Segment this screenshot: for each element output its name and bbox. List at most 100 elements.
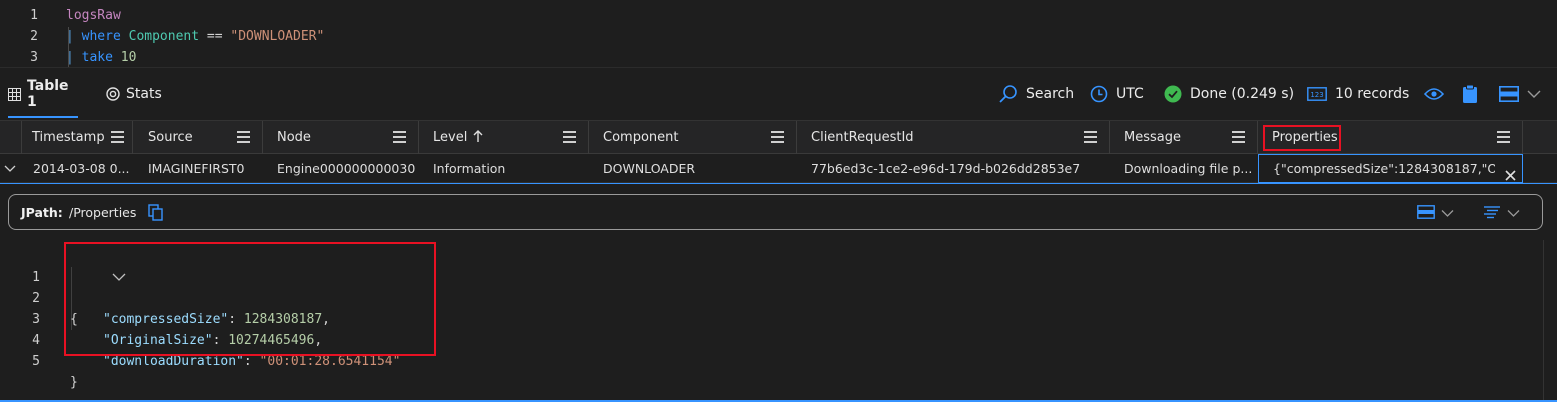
column-header-node[interactable]: Node <box>263 121 419 154</box>
column-header-clientrequestid[interactable]: ClientRequestId <box>797 121 1110 154</box>
format-lines-icon <box>1483 205 1501 223</box>
string-literal: "DOWNLOADER" <box>230 29 325 44</box>
copy-icon[interactable] <box>148 204 164 225</box>
format-dropdown[interactable] <box>1483 205 1520 223</box>
line-number: 3 <box>30 50 38 65</box>
column-header-level[interactable]: Level <box>419 121 589 154</box>
stats-icon <box>106 87 120 101</box>
column-label: Properties <box>1272 130 1338 145</box>
copy-button[interactable] <box>1462 81 1478 107</box>
column-label: Message <box>1124 130 1181 145</box>
records-icon: 123 <box>1307 87 1327 101</box>
results-toolbar: Table 1 Stats Search UTC Done (0.249 s) … <box>0 69 1557 120</box>
column-label: ClientRequestId <box>811 130 914 145</box>
expand-column-header <box>0 121 22 154</box>
column-menu-icon[interactable] <box>1497 131 1510 143</box>
column-header-component[interactable]: Component <box>589 121 797 154</box>
json-line: 4 "downloadDuration": "00:01:28.6541154" <box>0 309 1540 369</box>
search-button[interactable]: Search <box>998 81 1074 107</box>
status-label: Done (0.249 s) <box>1190 86 1295 102</box>
jpath-input[interactable]: /Properties <box>69 205 136 220</box>
table-icon <box>8 87 21 101</box>
editor-line: 2 | where Component == "DOWNLOADER" <box>0 26 1557 47</box>
check-circle-icon <box>1164 85 1182 103</box>
column-menu-icon[interactable] <box>237 131 250 143</box>
line-number: 5 <box>32 354 40 369</box>
column-header-timestamp[interactable]: Timestamp <box>22 121 133 154</box>
jpath-bar: JPath: /Properties <box>8 194 1543 230</box>
close-brace: } <box>70 375 78 390</box>
column-reference: Component <box>128 29 200 44</box>
tab-table-1[interactable]: Table 1 <box>8 69 78 119</box>
json-line: 1 { <box>0 246 1540 327</box>
visualize-button[interactable] <box>1424 81 1444 107</box>
sort-ascending-icon <box>473 129 483 147</box>
editor-line: 3 | take 10 <box>0 47 1557 68</box>
layout-dropdown[interactable] <box>1417 205 1454 223</box>
json-line: 3 "OriginalSize": 10274465496, <box>0 288 1540 348</box>
column-menu-icon[interactable] <box>111 131 124 143</box>
take-keyword: take <box>81 50 113 65</box>
expand-row-button[interactable] <box>4 155 20 183</box>
table-row[interactable]: 2014-03-08 0... IMAGINEFIRST0 Engine0000… <box>0 154 1557 183</box>
column-menu-icon[interactable] <box>393 131 406 143</box>
column-header-message[interactable]: Message <box>1110 121 1258 154</box>
query-editor[interactable]: 1 logsRaw 2 | where Component == "DOWNLO… <box>0 0 1557 68</box>
tab-label: Table 1 <box>27 78 69 110</box>
clock-icon <box>1090 85 1108 103</box>
layout-icon <box>1499 86 1519 102</box>
number-literal: 10 <box>120 50 137 65</box>
column-label: Source <box>148 130 193 145</box>
editor-line: 1 logsRaw <box>0 5 1557 26</box>
properties-value: {"compressedSize":1284308187,"Ori... <box>1273 161 1495 176</box>
search-icon <box>998 84 1018 104</box>
query-status: Done (0.249 s) <box>1164 81 1294 107</box>
cell-message[interactable]: Downloading file p... <box>1124 155 1256 183</box>
json-separator: : <box>243 354 260 369</box>
cell-node[interactable]: Engine000000000030 <box>277 155 417 183</box>
equals-operator: == <box>206 29 223 44</box>
svg-text:123: 123 <box>1310 91 1323 99</box>
cell-properties[interactable]: {"compressedSize":1284308187,"Ori... <box>1258 154 1523 183</box>
column-menu-icon[interactable] <box>1084 131 1097 143</box>
cell-timestamp[interactable]: 2014-03-08 0... <box>33 155 131 183</box>
column-label: Level <box>433 130 468 145</box>
column-label: Component <box>603 130 679 145</box>
column-menu-icon[interactable] <box>563 131 576 143</box>
json-line: 5 } <box>0 330 1540 390</box>
layout-dropdown[interactable] <box>1499 81 1541 107</box>
records-label: 10 records <box>1335 86 1410 102</box>
layout-icon <box>1417 205 1435 223</box>
clipboard-icon <box>1462 84 1478 104</box>
detail-scrollbar[interactable] <box>1543 240 1557 400</box>
line-number: 1 <box>30 8 38 23</box>
cell-component[interactable]: DOWNLOADER <box>603 155 795 183</box>
jpath-label: JPath: <box>21 205 63 220</box>
chevron-down-icon <box>1507 207 1520 222</box>
grid-header: Timestamp Source Node Level Component Cl… <box>0 120 1557 154</box>
chevron-down-icon <box>1527 89 1541 99</box>
eye-icon <box>1424 87 1444 101</box>
column-header-properties[interactable]: Properties <box>1258 121 1523 154</box>
column-menu-icon[interactable] <box>1232 131 1245 143</box>
json-value: "00:01:28.6541154" <box>259 354 401 369</box>
search-label: Search <box>1026 86 1075 102</box>
cell-source[interactable]: IMAGINEFIRST0 <box>148 155 261 183</box>
column-header-source[interactable]: Source <box>133 121 263 154</box>
column-label: Timestamp <box>32 130 105 145</box>
close-icon[interactable] <box>1505 163 1516 182</box>
cell-level[interactable]: Information <box>433 155 587 183</box>
column-label: Node <box>277 130 311 145</box>
json-key: "downloadDuration" <box>103 354 244 369</box>
line-number: 2 <box>30 29 38 44</box>
cell-detail-pane: JPath: /Properties 1 {2 "compressedSize… <box>0 183 1557 402</box>
tab-label: Stats <box>126 86 162 102</box>
column-menu-icon[interactable] <box>771 131 784 143</box>
tab-stats[interactable]: Stats <box>106 69 162 119</box>
timezone-button[interactable]: UTC <box>1090 81 1144 107</box>
pipe-guide <box>68 27 69 67</box>
cell-clientrequestid[interactable]: 77b6ed3c-1ce2-e96d-179d-b026dd2853e7 <box>811 155 1108 183</box>
where-keyword: where <box>81 29 121 44</box>
table-name: logsRaw <box>66 8 121 23</box>
chevron-down-icon <box>1441 207 1454 222</box>
